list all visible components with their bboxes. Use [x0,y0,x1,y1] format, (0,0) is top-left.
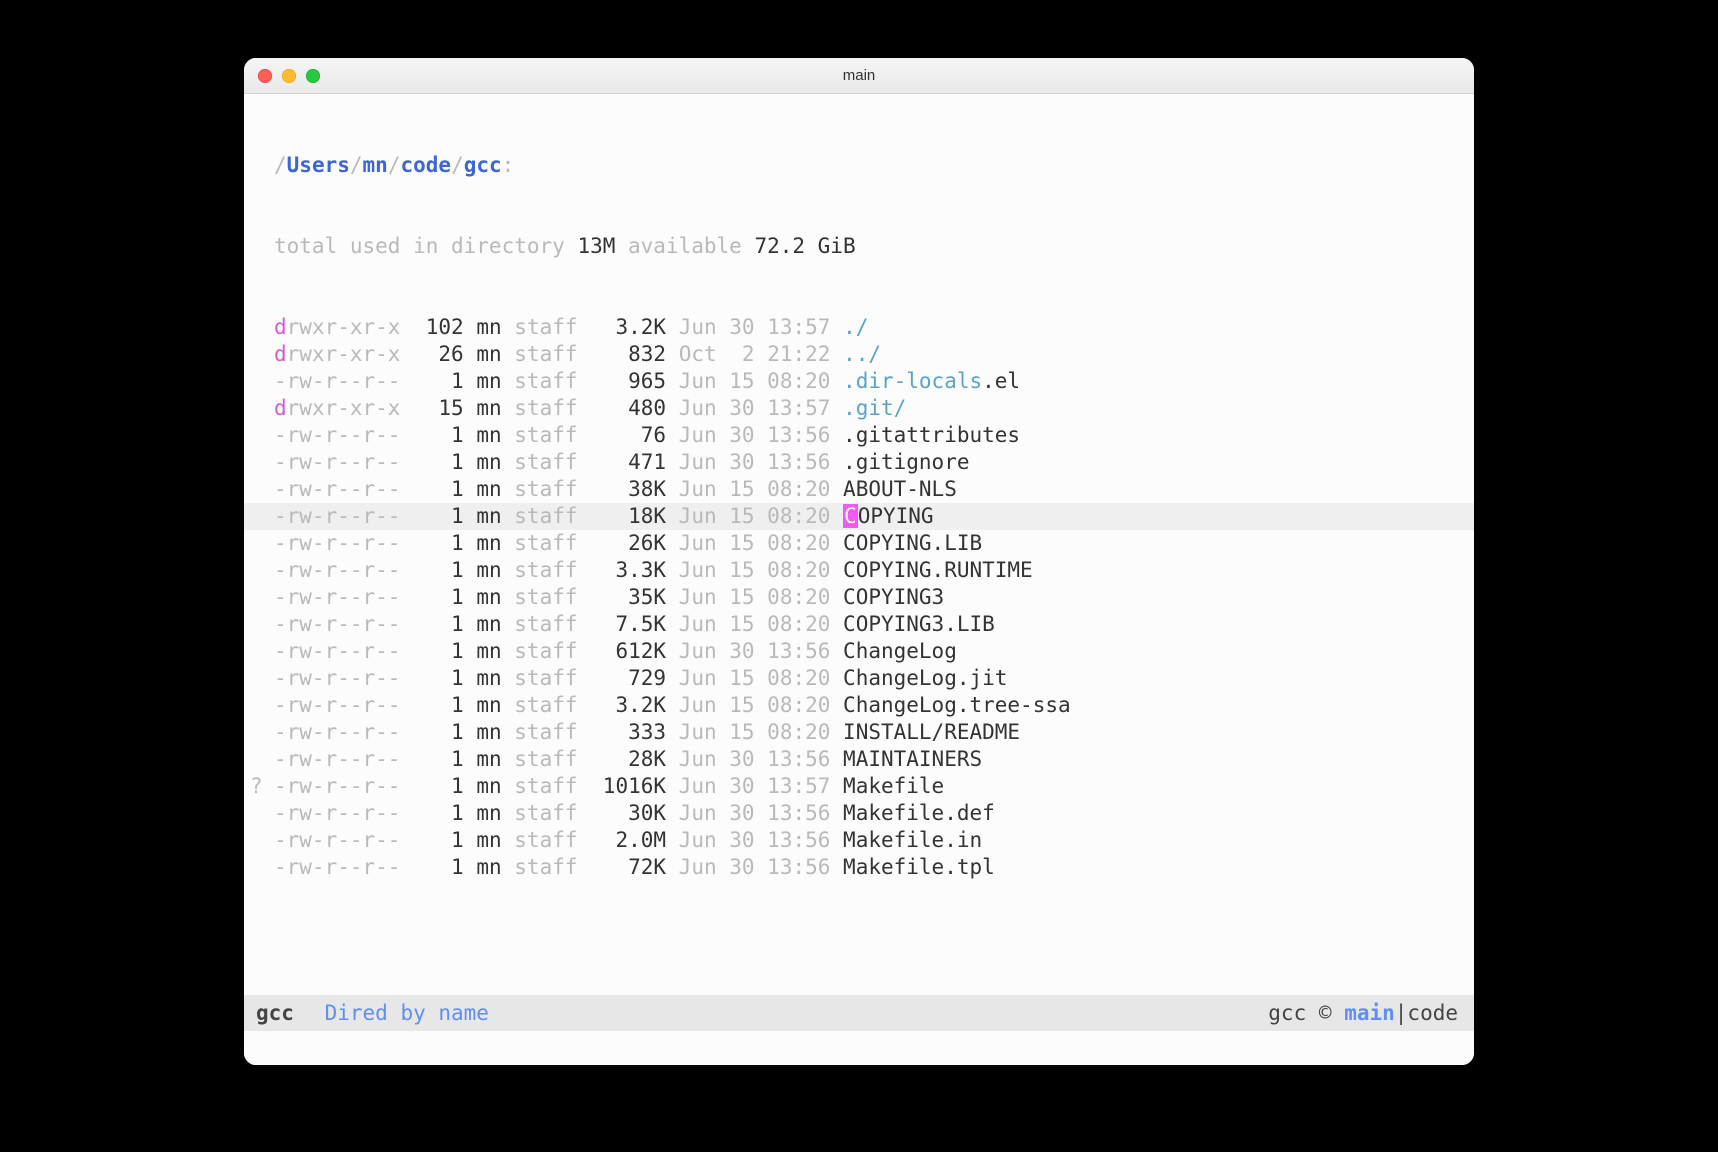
path-segment[interactable]: gcc [464,153,502,177]
cutoff-row: -rw-r--r-- 1 mn staff 1.1K Jun 15 08:20 … [244,935,1474,941]
file-name[interactable]: Makefile [843,774,944,798]
file-name[interactable]: ChangeLog.jit [843,666,1007,690]
window-title: main [244,67,1474,84]
titlebar[interactable]: main [244,58,1474,94]
file-name[interactable]: .gitattributes [843,423,1020,447]
modeline-right: gcc © main|code [1268,995,1458,1031]
modeline-sep: | [1395,1001,1408,1025]
file-name[interactable]: Makefile.tpl [843,855,995,879]
dired-entry[interactable]: -rw-r--r-- 1 mn staff 612K Jun 30 13:56 … [244,638,1474,665]
file-name[interactable]: .gitignore [843,450,969,474]
dir-flag-icon: d [274,315,287,339]
dired-listing: drwxr-xr-x 102 mn staff 3.2K Jun 30 13:5… [244,314,1474,881]
file-name[interactable]: ChangeLog [843,639,957,663]
file-name[interactable]: MAINTAINERS [843,747,982,771]
modeline-project: gcc [1268,1001,1306,1025]
file-name[interactable]: COPYING.RUNTIME [843,558,1033,582]
path-segment[interactable]: Users [287,153,350,177]
dired-entry[interactable]: -rw-r--r-- 1 mn staff 28K Jun 30 13:56 M… [244,746,1474,773]
path-segment[interactable]: code [400,153,451,177]
vc-glyph: © [1319,1001,1332,1025]
modeline-mode: Dired by name [325,1001,489,1025]
file-name[interactable]: .dir-locals [843,369,982,393]
dired-entry[interactable]: -rw-r--r-- 1 mn staff 2.0M Jun 30 13:56 … [244,827,1474,854]
file-name[interactable]: ChangeLog.tree-ssa [843,693,1071,717]
modeline-left: gcc Dired by name [256,995,489,1031]
file-name[interactable]: ./ [843,315,868,339]
file-name[interactable]: .git [843,396,894,420]
dired-path: /Users/mn/code/gcc: [244,152,1474,179]
dired-entry[interactable]: -rw-r--r-- 1 mn staff 76 Jun 30 13:56 .g… [244,422,1474,449]
file-name[interactable]: Makefile.in [843,828,982,852]
dired-entry[interactable]: -rw-r--r-- 1 mn staff 3.3K Jun 15 08:20 … [244,557,1474,584]
dired-entry[interactable]: -rw-r--r-- 1 mn staff 26K Jun 15 08:20 C… [244,530,1474,557]
dired-entry[interactable]: drwxr-xr-x 26 mn staff 832 Oct 2 21:22 .… [244,341,1474,368]
dired-entry[interactable]: -rw-r--r-- 1 mn staff 7.5K Jun 15 08:20 … [244,611,1474,638]
dired-entry[interactable]: drwxr-xr-x 15 mn staff 480 Jun 30 13:57 … [244,395,1474,422]
dired-entry[interactable]: ?-rw-r--r-- 1 mn staff 1016K Jun 30 13:5… [244,773,1474,800]
point-cursor: C [843,504,858,528]
modeline-buffer-name: gcc [256,1001,294,1025]
dir-flag-icon: d [274,396,287,420]
file-name[interactable]: COPYING3.LIB [843,612,995,636]
file-name[interactable]: COPYING3 [843,585,944,609]
file-name[interactable]: COPYING.LIB [843,531,982,555]
dired-entry[interactable]: -rw-r--r-- 1 mn staff 30K Jun 30 13:56 M… [244,800,1474,827]
modeline-branch: main [1344,1001,1395,1025]
dired-entry[interactable]: -rw-r--r-- 1 mn staff 3.2K Jun 15 08:20 … [244,692,1474,719]
file-name[interactable]: ABOUT-NLS [843,477,957,501]
dired-entry[interactable]: drwxr-xr-x 102 mn staff 3.2K Jun 30 13:5… [244,314,1474,341]
modeline-tail: code [1407,1001,1458,1025]
dired-entry[interactable]: -rw-r--r-- 1 mn staff 333 Jun 15 08:20 I… [244,719,1474,746]
dired-entry[interactable]: -rw-r--r-- 1 mn staff 729 Jun 15 08:20 C… [244,665,1474,692]
dired-entry[interactable]: -rw-r--r-- 1 mn staff 18K Jun 15 08:20 C… [244,503,1474,530]
file-name[interactable]: Makefile.def [843,801,995,825]
file-name[interactable]: INSTALL/README [843,720,1020,744]
dir-flag-icon: d [274,342,287,366]
path-segment[interactable]: mn [363,153,388,177]
dired-summary: total used in directory 13M available 72… [244,233,1474,260]
dired-entry[interactable]: -rw-r--r-- 1 mn staff 471 Jun 30 13:56 .… [244,449,1474,476]
dired-entry[interactable]: -rw-r--r-- 1 mn staff 38K Jun 15 08:20 A… [244,476,1474,503]
dired-entry[interactable]: -rw-r--r-- 1 mn staff 72K Jun 30 13:56 M… [244,854,1474,881]
echo-area[interactable] [244,1031,1474,1065]
fringe-indicator: ? [250,773,263,800]
dired-buffer[interactable]: /Users/mn/code/gcc: total used in direct… [244,94,1474,995]
dired-entry[interactable]: -rw-r--r-- 1 mn staff 35K Jun 15 08:20 C… [244,584,1474,611]
emacs-window: main /Users/mn/code/gcc: total used in d… [244,58,1474,1065]
file-name[interactable]: ../ [843,342,881,366]
modeline[interactable]: gcc Dired by name gcc © main|code [244,995,1474,1031]
dired-entry[interactable]: -rw-r--r-- 1 mn staff 965 Jun 15 08:20 .… [244,368,1474,395]
